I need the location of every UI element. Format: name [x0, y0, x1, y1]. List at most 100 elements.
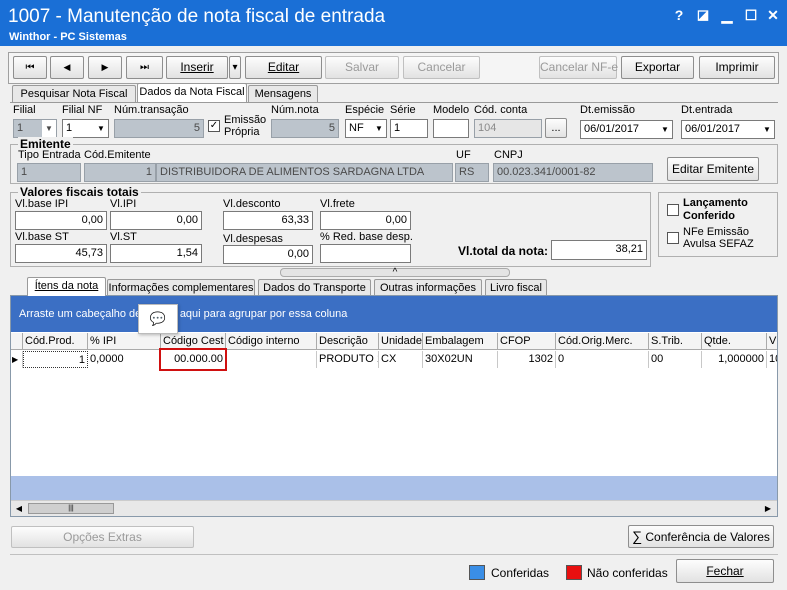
- table-cell[interactable]: 1: [23, 351, 88, 368]
- uf-field: RS: [455, 163, 489, 182]
- filial-label: Filial: [13, 104, 36, 116]
- col-unidade[interactable]: Unidade: [379, 333, 423, 350]
- col-cod-orig-merc[interactable]: Cód.Orig.Merc.: [556, 333, 649, 350]
- valores-group-label: Valores fiscais totais: [18, 185, 141, 199]
- bottom-divider: [10, 554, 778, 555]
- col-embalagem[interactable]: Embalagem: [423, 333, 498, 350]
- vl-base-st-field[interactable]: 45,73: [15, 244, 107, 263]
- tab-dados-transporte[interactable]: Dados do Transporte: [258, 279, 371, 296]
- print-button[interactable]: Imprimir: [699, 56, 775, 79]
- tab-mensagens[interactable]: Mensagens: [248, 85, 318, 102]
- table-cell[interactable]: 1302: [498, 351, 556, 368]
- scroll-right-icon[interactable]: ▶: [761, 502, 775, 515]
- especie-select[interactable]: NF ▼: [345, 119, 387, 138]
- col-s-trib[interactable]: S.Trib.: [649, 333, 702, 350]
- emitente-nome-field: DISTRIBUIDORA DE ALIMENTOS SARDAGNA LTDA: [156, 163, 453, 182]
- edit-button[interactable]: Editar: [245, 56, 322, 79]
- group-by-panel[interactable]: Arraste um cabeçalho de coluna aqui para…: [11, 296, 777, 332]
- tab-outras-info[interactable]: Outras informações: [374, 279, 482, 296]
- splitter-handle[interactable]: ^: [280, 268, 510, 278]
- vl-st-field[interactable]: 1,54: [110, 244, 202, 263]
- vl-base-st-label: Vl.base ST: [15, 231, 69, 243]
- conferencia-valores-button[interactable]: ∑ Conferência de Valores: [628, 525, 774, 548]
- table-cell[interactable]: 10: [767, 351, 777, 368]
- cod-conta-search-button[interactable]: ...: [545, 118, 567, 138]
- restore-icon[interactable]: ◪: [694, 6, 712, 24]
- comment-icon[interactable]: 💬: [138, 304, 178, 334]
- col-vl[interactable]: Vl: [767, 333, 777, 350]
- horizontal-scrollbar[interactable]: ◀ ||| ▶: [11, 500, 777, 516]
- export-button[interactable]: Exportar: [621, 56, 694, 79]
- serie-field[interactable]: 1: [390, 119, 428, 138]
- col-qtde[interactable]: Qtde.: [702, 333, 767, 350]
- vl-total-label: Vl.total da nota:: [458, 244, 548, 258]
- prev-record-button[interactable]: ◀: [50, 56, 84, 79]
- table-cell[interactable]: PRODUTO 1: [317, 351, 379, 368]
- vl-frete-field[interactable]: 0,00: [320, 211, 411, 230]
- vl-despesas-label: Vl.despesas: [223, 233, 283, 245]
- table-cell[interactable]: [226, 351, 317, 368]
- cancel-nfe-button[interactable]: Cancelar NF-e: [539, 56, 618, 79]
- editar-emitente-button[interactable]: Editar Emitente: [667, 157, 759, 181]
- scroll-left-icon[interactable]: ◀: [12, 502, 26, 515]
- dt-entrada-label: Dt.entrada: [681, 104, 733, 116]
- tab-livro-fiscal[interactable]: Livro fiscal: [485, 279, 547, 296]
- cod-conta-label: Cód. conta: [474, 104, 528, 116]
- insert-menu-button[interactable]: ▾: [229, 56, 241, 79]
- window-title: 1007 - Manutenção de nota fiscal de entr…: [8, 6, 386, 27]
- minimize-icon[interactable]: ▁: [718, 6, 736, 24]
- red-base-field[interactable]: [320, 244, 411, 263]
- tab-info-complementares[interactable]: Informações complementares: [107, 279, 255, 296]
- first-record-button[interactable]: ⏮: [13, 56, 47, 79]
- especie-label: Espécie: [345, 104, 385, 116]
- nfe-avulsa-checkbox[interactable]: [667, 232, 679, 244]
- maximize-icon[interactable]: ☐: [742, 6, 760, 24]
- col-codigo-interno[interactable]: Código interno: [226, 333, 317, 350]
- col-descricao[interactable]: Descrição: [317, 333, 379, 350]
- help-icon[interactable]: ?: [670, 6, 688, 24]
- scroll-thumb[interactable]: |||: [28, 503, 114, 514]
- vl-ipi-field[interactable]: 0,00: [110, 211, 202, 230]
- filial-nf-label: Filial NF: [62, 104, 103, 116]
- opcoes-extras-button[interactable]: Opções Extras: [11, 526, 194, 548]
- col-cod-prod[interactable]: Cód.Prod.: [23, 333, 88, 350]
- table-cell[interactable]: 0,0000: [88, 351, 161, 368]
- col-cfop[interactable]: CFOP: [498, 333, 556, 350]
- insert-button[interactable]: Inserir: [166, 56, 228, 79]
- num-transacao-field: 5: [114, 119, 204, 138]
- table-cell[interactable]: 0: [556, 351, 649, 368]
- window-subtitle: Winthor - PC Sistemas: [9, 31, 127, 43]
- fechar-button[interactable]: Fechar: [676, 559, 774, 583]
- tipo-entrada-field: 1: [17, 163, 81, 182]
- tab-dados-nota[interactable]: Dados da Nota Fiscal: [137, 83, 247, 102]
- chevron-down-icon: ▼: [760, 121, 774, 138]
- emissao-propria-checkbox[interactable]: ✓: [208, 120, 220, 132]
- filial-value: 1: [17, 122, 24, 134]
- dt-entrada-field[interactable]: 06/01/2017 ▼: [681, 120, 775, 139]
- filial-select[interactable]: 1 ▼: [13, 119, 57, 138]
- table-cell[interactable]: CX: [379, 351, 423, 368]
- tab-itens-nota[interactable]: Ítens da nota: [27, 277, 106, 296]
- next-record-button[interactable]: ▶: [88, 56, 122, 79]
- modelo-field[interactable]: [433, 119, 469, 138]
- table-cell[interactable]: 30X02UN: [423, 351, 498, 368]
- itens-grid: Arraste um cabeçalho de coluna aqui para…: [10, 295, 778, 517]
- col-ipi[interactable]: % IPI: [88, 333, 161, 350]
- close-icon[interactable]: ✕: [764, 6, 782, 24]
- legend-nao-conferidas-label: Não conferidas: [587, 566, 668, 580]
- vl-st-label: Vl.ST: [110, 231, 137, 243]
- table-cell[interactable]: 1,000000: [702, 351, 767, 368]
- toolbar: ⏮ ◀ ▶ ⏭ Inserir ▾ Editar Salvar Cancelar…: [8, 52, 779, 84]
- table-cell[interactable]: 00: [649, 351, 702, 368]
- last-record-button[interactable]: ⏭: [126, 56, 163, 79]
- vl-base-ipi-field[interactable]: 0,00: [15, 211, 107, 230]
- vl-desconto-field[interactable]: 63,33: [223, 211, 313, 230]
- tab-pesquisar[interactable]: Pesquisar Nota Fiscal: [12, 85, 136, 102]
- cancel-button[interactable]: Cancelar: [403, 56, 480, 79]
- dt-entrada-value: 06/01/2017: [685, 123, 741, 135]
- save-button[interactable]: Salvar: [325, 56, 399, 79]
- lancamento-conferido-checkbox[interactable]: [667, 204, 679, 216]
- filial-nf-select[interactable]: 1 ▼: [62, 119, 109, 138]
- dt-emissao-field[interactable]: 06/01/2017 ▼: [580, 120, 673, 139]
- vl-despesas-field[interactable]: 0,00: [223, 245, 313, 264]
